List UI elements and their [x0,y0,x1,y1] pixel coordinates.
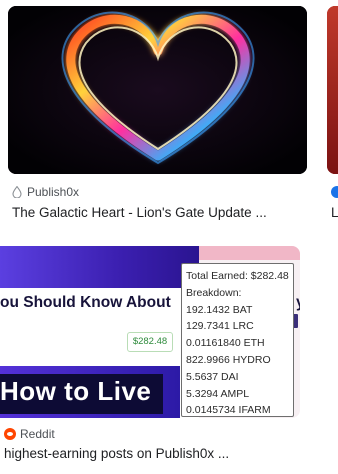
tooltip-item: 129.7341 LRC [186,320,254,333]
tooltip-item: 0.01161840 ETH [186,337,265,350]
tooltip-total: Total Earned: $282.48 [186,270,289,282]
tooltip-item: 5.3294 AMPL [186,387,250,400]
thumbnail-headline-bottom: How to Live [0,376,152,406]
card2-source: Reddit [4,427,55,441]
money-badge: $282.48 [127,332,173,352]
next-card-thumbnail-peek[interactable] [327,6,338,174]
galactic-heart-thumbnail[interactable] [8,6,307,174]
earnings-tooltip: Total Earned: $282.48 Breakdown: 192.143… [181,263,294,417]
tooltip-item: 0.0145734 IFARM [186,404,271,417]
card2-title-link[interactable]: highest-earning posts on Publish0x ... [4,446,229,461]
thumbnail-right-letter: y [296,294,300,312]
card2-source-label: Reddit [20,427,55,441]
tooltip-breakdown-label: Breakdown: [186,286,242,299]
tooltip-item: 192.1432 BAT [186,303,253,316]
thumbnail-top-band [0,246,200,288]
publish0x-drop-icon [12,186,22,198]
glowing-heart-image [8,6,307,174]
verified-icon [331,186,338,198]
tooltip-item: 5.5637 DAI [186,370,239,383]
thumbnail-right-pink-strip [199,246,300,260]
tooltip-item: 822.9966 HYDRO [186,353,271,366]
thumbnail-headline-top: ou Should Know About [0,294,171,311]
card1-source: Publish0x [12,185,79,199]
card1-source-label: Publish0x [27,185,80,199]
reddit-icon [4,428,16,440]
next-card-title-peek[interactable]: L [331,205,338,220]
card1-title-link[interactable]: The Galactic Heart - Lion's Gate Update … [12,205,267,220]
